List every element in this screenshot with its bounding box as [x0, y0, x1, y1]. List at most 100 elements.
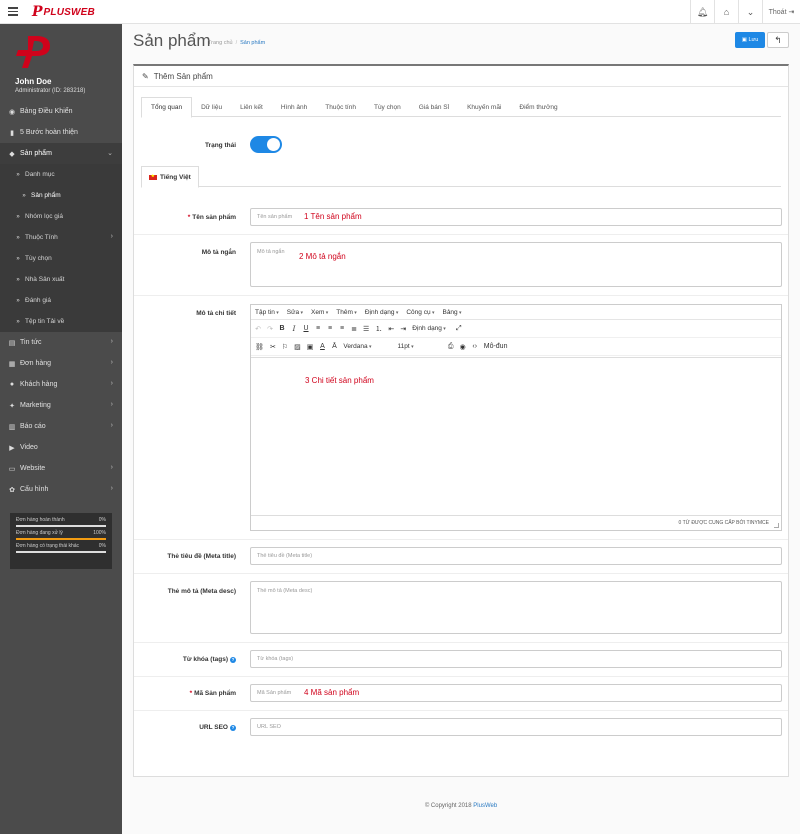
sidebar-subitem-label: Tệp tin Tải về: [25, 318, 65, 325]
sidebar-item-setup-steps[interactable]: ▮ 5 Bước hoàn thiện: [0, 122, 122, 143]
menu-format[interactable]: Định dạng: [365, 309, 399, 316]
align-left-icon[interactable]: ≡: [315, 325, 321, 332]
short-desc-textarea[interactable]: Mô tả ngắn 2 Mô tả ngắn: [250, 242, 782, 287]
tab-reward-points[interactable]: Điểm thưởng: [510, 97, 566, 117]
tab-overview[interactable]: Tổng quan: [141, 97, 193, 118]
tab-data[interactable]: Dữ liệu: [192, 97, 231, 117]
status-toggle[interactable]: [250, 136, 282, 153]
align-center-icon[interactable]: ≡: [327, 325, 333, 332]
tab-options[interactable]: Tùy chọn: [365, 97, 410, 117]
menu-toggle-icon[interactable]: [8, 7, 18, 16]
seo-url-label-text: URL SEO: [199, 724, 228, 731]
sidebar-item-video[interactable]: ▶ Video: [0, 437, 122, 458]
help-icon[interactable]: ?: [230, 657, 236, 663]
font-size-dropdown[interactable]: 11pt: [398, 343, 414, 350]
tab-attributes[interactable]: Thuộc tính: [316, 97, 365, 117]
sidebar-subitem-attributes[interactable]: » Thuộc Tính ›: [0, 227, 122, 248]
meta-title-input[interactable]: Thẻ tiêu đề (Meta title): [250, 547, 782, 565]
sidebar-item-settings[interactable]: ✿ Cấu hình ›: [0, 479, 122, 500]
sidebar-item-marketing[interactable]: ✦ Marketing ›: [0, 395, 122, 416]
format-dropdown[interactable]: Định dạng: [412, 325, 446, 332]
bold-icon[interactable]: B: [279, 325, 285, 332]
resize-grip-icon[interactable]: [774, 523, 779, 528]
product-name-placeholder: Tên sản phẩm: [257, 214, 293, 220]
menu-edit[interactable]: Sửa: [287, 309, 303, 316]
indent-icon[interactable]: ⇥: [400, 325, 406, 333]
image-icon[interactable]: ▨: [294, 343, 301, 351]
save-button[interactable]: ▣ Lưu: [735, 32, 765, 48]
sidebar-subitem-price-filters[interactable]: » Nhóm lọc giá: [0, 206, 122, 227]
underline-icon[interactable]: U: [303, 325, 309, 332]
sidebar-subitem-downloads[interactable]: » Tệp tin Tải về: [0, 311, 122, 332]
editor-content-area[interactable]: 3 Chi tiết sản phẩm: [251, 357, 781, 514]
breadcrumb-current[interactable]: Sản phẩm: [240, 40, 265, 46]
sidebar-subitem-reviews[interactable]: » Đánh giá: [0, 290, 122, 311]
tab-lang-vietnamese[interactable]: Tiếng Việt: [141, 166, 199, 188]
back-button[interactable]: ↰: [767, 32, 789, 48]
preview-icon[interactable]: ◉: [460, 343, 466, 351]
sidebar-subitem-options[interactable]: » Tùy chọn: [0, 248, 122, 269]
text-color-icon[interactable]: A: [319, 343, 325, 350]
logout-button[interactable]: Thoát ⇥: [762, 0, 800, 24]
bookmark-icon[interactable]: ⚐: [282, 343, 288, 351]
unlink-icon[interactable]: ✂: [270, 343, 276, 351]
sidebar-item-website[interactable]: ▭ Website ›: [0, 458, 122, 479]
undo-icon[interactable]: ↶: [255, 325, 261, 333]
italic-icon[interactable]: I: [291, 325, 297, 333]
outdent-icon[interactable]: ⇤: [388, 325, 394, 333]
footer-brand-link[interactable]: PlusWeb: [473, 803, 497, 809]
sidebar-item-reports[interactable]: ▥ Báo cáo ›: [0, 416, 122, 437]
sidebar-subitem-manufacturers[interactable]: » Nhà Sản xuất: [0, 269, 122, 290]
book-icon: ▮: [10, 129, 14, 137]
sidebar-item-customers[interactable]: ● Khách hàng ›: [0, 374, 122, 395]
menu-insert[interactable]: Thêm: [336, 309, 357, 316]
tab-promotions[interactable]: Khuyến mãi: [458, 97, 510, 117]
tab-images[interactable]: Hình ảnh: [272, 97, 316, 117]
vietnam-flag-icon: [149, 173, 157, 180]
media-icon[interactable]: ▣: [307, 343, 314, 351]
sidebar-item-orders[interactable]: ▦ Đơn hàng ›: [0, 353, 122, 374]
fullscreen-icon[interactable]: ⤢: [456, 325, 462, 333]
menu-table[interactable]: Bảng: [442, 309, 461, 316]
chevron-right-icon: ›: [110, 359, 113, 366]
menu-file[interactable]: Tập tin: [255, 309, 279, 316]
align-justify-icon[interactable]: ≣: [351, 325, 357, 333]
product-name-input[interactable]: Tên sản phẩm 1 Tên sản phẩm: [250, 208, 782, 226]
main-content: Sản phẩm Trang chủ / Sản phẩm ▣ Lưu ↰ ✎ Th…: [122, 24, 800, 834]
angle-right-icon: »: [16, 213, 20, 220]
redo-icon[interactable]: ↷: [267, 325, 273, 333]
bell-icon[interactable]: 🔔︎: [690, 0, 714, 24]
tab-links[interactable]: Liên kết: [231, 97, 272, 117]
help-icon[interactable]: ?: [230, 725, 236, 731]
breadcrumb-home[interactable]: Trang chủ: [208, 40, 233, 46]
divider: [134, 539, 788, 540]
menu-view[interactable]: Xem: [311, 309, 328, 316]
sidebar-item-products[interactable]: ◆ Sản phẩm ⌄: [0, 143, 122, 164]
font-family-dropdown[interactable]: Verdana: [343, 343, 371, 350]
sidebar-item-news[interactable]: ▤ Tin tức ›: [0, 332, 122, 353]
home-icon[interactable]: ⌂: [714, 0, 738, 24]
product-name-annotation: 1 Tên sản phẩm: [304, 212, 362, 221]
code-icon[interactable]: ‹›: [472, 343, 478, 350]
sidebar-item-dashboard[interactable]: ◉ Bảng Điều Khiển: [0, 101, 122, 122]
chevron-down-icon[interactable]: ⌄: [738, 0, 762, 24]
stat-label: Đơn hàng có trạng thái khác: [16, 543, 80, 549]
editor-menubar: Tập tin Sửa Xem Thêm Định dạng Công cụ B…: [251, 305, 781, 320]
align-right-icon[interactable]: ≡: [339, 325, 345, 332]
bullet-list-icon[interactable]: ☰: [363, 325, 369, 333]
seo-url-input[interactable]: URL SEO: [250, 718, 782, 736]
tab-wholesale[interactable]: Giá bán Sỉ: [410, 97, 458, 117]
meta-desc-textarea[interactable]: Thẻ mô tả (Meta desc): [250, 581, 782, 634]
product-code-input[interactable]: Mã Sản phẩm 4 Mã sản phẩm: [250, 684, 782, 702]
sidebar-subitem-products[interactable]: » Sản phẩm: [0, 185, 122, 206]
menu-tools[interactable]: Công cụ: [406, 309, 434, 316]
module-button[interactable]: Mô-đun: [484, 343, 508, 350]
numbered-list-icon[interactable]: ⒈: [375, 324, 382, 334]
footer: © Copyright 2018 PlusWeb: [122, 803, 800, 809]
print-icon[interactable]: ⎙: [448, 343, 454, 351]
tags-input[interactable]: Từ khóa (tags): [250, 650, 782, 668]
brand-logo[interactable]: P PLUSWEB: [32, 5, 95, 19]
sidebar-subitem-categories[interactable]: » Danh mục: [0, 164, 122, 185]
link-icon[interactable]: ⛓: [255, 343, 264, 351]
background-color-icon[interactable]: Ā: [331, 343, 337, 350]
